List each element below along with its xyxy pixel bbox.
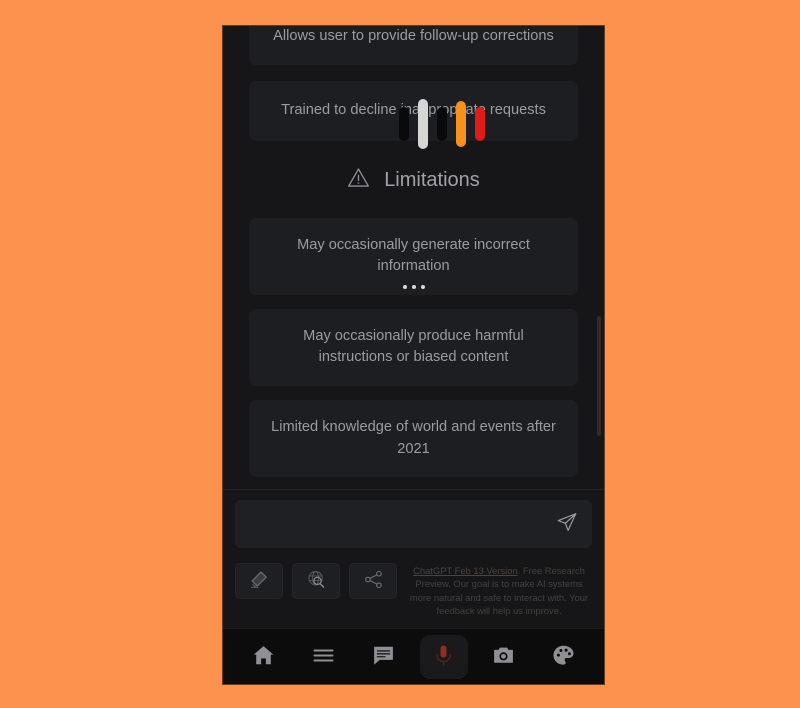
- bottom-navigation-bar: [223, 628, 604, 684]
- footer-disclaimer: ChatGPT Feb 13 Version. Free Research Pr…: [406, 563, 592, 619]
- nav-camera[interactable]: [480, 635, 528, 679]
- share-button[interactable]: [349, 562, 397, 599]
- send-paper-plane-icon: [556, 511, 578, 536]
- share-icon: [363, 569, 384, 593]
- nav-home[interactable]: [239, 635, 287, 679]
- chat-bubble-icon: [371, 643, 396, 671]
- pager-dot: [420, 284, 425, 289]
- nav-mic[interactable]: [419, 634, 468, 679]
- limitation-card-text: May occasionally produce harmful instruc…: [303, 327, 524, 366]
- limitation-card[interactable]: May occasionally produce harmful instruc…: [249, 308, 578, 386]
- composer-area: [223, 488, 604, 554]
- camera-icon: [491, 643, 516, 671]
- pager-dot: [402, 284, 407, 289]
- chat-screen: Allows user to provide follow-up correct…: [223, 26, 604, 489]
- phone-frame: Allows user to provide follow-up correct…: [222, 25, 605, 685]
- capability-card-text: Trained to decline inappropriate request…: [281, 101, 546, 118]
- nav-chat[interactable]: [359, 635, 407, 679]
- nav-palette[interactable]: [540, 635, 588, 679]
- eraser-icon: [249, 569, 270, 593]
- microphone-icon: [431, 643, 456, 671]
- globe-search-icon: [306, 569, 327, 593]
- nav-menu[interactable]: [299, 635, 347, 679]
- capability-card[interactable]: Trained to decline inappropriate request…: [249, 80, 578, 141]
- limitation-card-text: May occasionally generate incorrect info…: [297, 236, 530, 275]
- hamburger-menu-icon: [311, 643, 336, 671]
- message-input[interactable]: [247, 515, 554, 532]
- version-link[interactable]: ChatGPT Feb 13 Version: [413, 565, 518, 576]
- section-title: Limitations: [384, 168, 480, 191]
- warning-triangle-icon: [347, 167, 370, 194]
- clear-eraser-button[interactable]: [235, 562, 283, 599]
- vertical-scrollbar[interactable]: [597, 26, 601, 489]
- pager-dots: [249, 284, 578, 289]
- footer-toolbar: ChatGPT Feb 13 Version. Free Research Pr…: [223, 553, 604, 628]
- capability-card-text: Allows user to provide follow-up correct…: [273, 28, 554, 44]
- limitation-card[interactable]: May occasionally generate incorrect info…: [249, 217, 578, 295]
- limitation-card[interactable]: Limited knowledge of world and events af…: [249, 399, 578, 478]
- limitation-card-text: Limited knowledge of world and events af…: [271, 418, 556, 457]
- pager-dot: [411, 284, 416, 289]
- palette-icon: [551, 643, 576, 671]
- limitations-section-header: Limitations: [249, 167, 578, 194]
- home-icon: [251, 643, 276, 671]
- capability-card[interactable]: Allows user to provide follow-up correct…: [249, 26, 578, 65]
- send-button[interactable]: [554, 511, 580, 536]
- scroll-content[interactable]: Allows user to provide follow-up correct…: [223, 26, 604, 489]
- search-web-button[interactable]: [292, 562, 340, 599]
- message-input-row[interactable]: [235, 499, 592, 548]
- scrollbar-thumb[interactable]: [597, 316, 601, 436]
